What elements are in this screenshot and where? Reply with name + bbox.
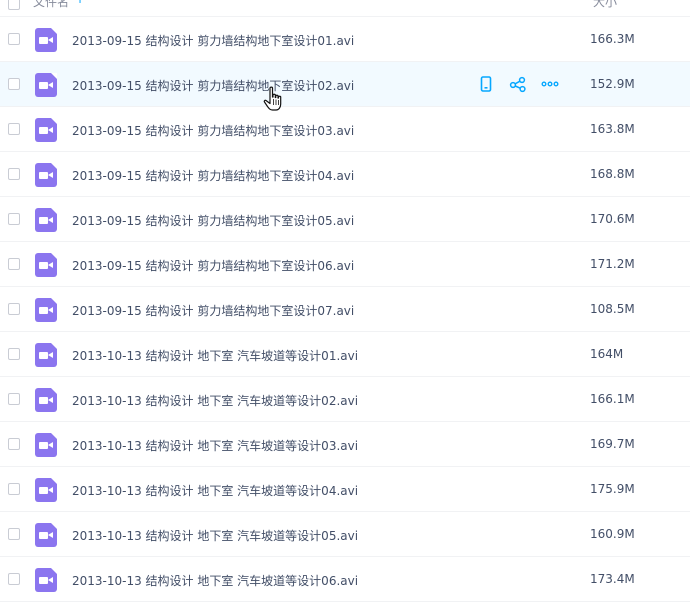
file-row[interactable]: 2013-09-15 结构设计 剪力墙结构地下室设计05.avi 170.6M [0,197,690,242]
row-checkbox[interactable] [8,438,20,450]
file-size: 152.9M [590,77,635,91]
video-file-icon [35,298,57,322]
file-size: 173.4M [590,572,635,586]
file-row[interactable]: 2013-09-15 结构设计 剪力墙结构地下室设计07.avi 108.5M [0,287,690,332]
video-file-icon [35,523,57,547]
row-checkbox[interactable] [8,168,20,180]
file-name[interactable]: 2013-10-13 结构设计 地下室 汽车坡道等设计04.avi [72,482,358,499]
video-file-icon [35,343,57,367]
phone-icon[interactable] [477,75,495,93]
file-size: 163.8M [590,122,635,136]
share-icon[interactable] [509,75,527,93]
file-name[interactable]: 2013-10-13 结构设计 地下室 汽车坡道等设计01.avi [72,347,358,364]
file-size: 164M [590,347,624,361]
file-list-header: 文件名 ↑ 大小 [0,0,690,17]
file-row[interactable]: 2013-09-15 结构设计 剪力墙结构地下室设计04.avi 168.8M [0,152,690,197]
row-checkbox[interactable] [8,78,20,90]
file-size: 175.9M [590,482,635,496]
file-size: 171.2M [590,257,635,271]
row-checkbox[interactable] [8,573,20,585]
video-file-icon [35,568,57,592]
file-name[interactable]: 2013-10-13 结构设计 地下室 汽车坡道等设计03.avi [72,437,358,454]
file-size: 166.1M [590,392,635,406]
row-checkbox[interactable] [8,303,20,315]
file-row[interactable]: 2013-10-13 结构设计 地下室 汽车坡道等设计06.avi 173.4M [0,557,690,602]
row-checkbox[interactable] [8,123,20,135]
video-file-icon [35,118,57,142]
file-row[interactable]: 2013-09-15 结构设计 剪力墙结构地下室设计06.avi 171.2M [0,242,690,287]
file-size: 168.8M [590,167,635,181]
more-icon[interactable] [541,75,559,93]
file-name[interactable]: 2013-10-13 结构设计 地下室 汽车坡道等设计02.avi [72,392,358,409]
video-file-icon [35,208,57,232]
file-row[interactable]: 2013-09-15 结构设计 剪力墙结构地下室设计02.avi 152.9M [0,62,690,107]
row-checkbox[interactable] [8,33,20,45]
file-name[interactable]: 2013-10-13 结构设计 地下室 汽车坡道等设计05.avi [72,527,358,544]
file-size: 160.9M [590,527,635,541]
sort-arrow-icon[interactable]: ↑ [75,0,85,6]
file-name[interactable]: 2013-10-13 结构设计 地下室 汽车坡道等设计06.avi [72,572,358,589]
video-file-icon [35,433,57,457]
file-name[interactable]: 2013-09-15 结构设计 剪力墙结构地下室设计06.avi [72,257,354,274]
row-checkbox[interactable] [8,213,20,225]
file-name[interactable]: 2013-09-15 结构设计 剪力墙结构地下室设计02.avi [72,77,354,94]
file-name[interactable]: 2013-09-15 结构设计 剪力墙结构地下室设计05.avi [72,212,354,229]
file-row[interactable]: 2013-10-13 结构设计 地下室 汽车坡道等设计05.avi 160.9M [0,512,690,557]
video-file-icon [35,28,57,52]
row-checkbox[interactable] [8,528,20,540]
file-name[interactable]: 2013-09-15 结构设计 剪力墙结构地下室设计03.avi [72,122,354,139]
file-name[interactable]: 2013-09-15 结构设计 剪力墙结构地下室设计04.avi [72,167,354,184]
row-checkbox[interactable] [8,483,20,495]
file-size: 170.6M [590,212,635,226]
video-file-icon [35,163,57,187]
video-file-icon [35,388,57,412]
file-size: 108.5M [590,302,635,316]
video-file-icon [35,73,57,97]
file-row[interactable]: 2013-09-15 结构设计 剪力墙结构地下室设计03.avi 163.8M [0,107,690,152]
file-name[interactable]: 2013-09-15 结构设计 剪力墙结构地下室设计01.avi [72,32,354,49]
video-file-icon [35,478,57,502]
file-row[interactable]: 2013-10-13 结构设计 地下室 汽车坡道等设计04.avi 175.9M [0,467,690,512]
file-row[interactable]: 2013-10-13 结构设计 地下室 汽车坡道等设计03.avi 169.7M [0,422,690,467]
row-checkbox[interactable] [8,348,20,360]
video-file-icon [35,253,57,277]
row-checkbox[interactable] [8,393,20,405]
file-size: 166.3M [590,32,635,46]
file-size: 169.7M [590,437,635,451]
column-header-name[interactable]: 文件名 [33,0,69,10]
file-row[interactable]: 2013-09-15 结构设计 剪力墙结构地下室设计01.avi 166.3M [0,17,690,62]
file-name[interactable]: 2013-09-15 结构设计 剪力墙结构地下室设计07.avi [72,302,354,319]
column-header-size[interactable]: 大小 [593,0,617,10]
file-row[interactable]: 2013-10-13 结构设计 地下室 汽车坡道等设计02.avi 166.1M [0,377,690,422]
row-checkbox[interactable] [8,258,20,270]
file-row[interactable]: 2013-10-13 结构设计 地下室 汽车坡道等设计01.avi 164M [0,332,690,377]
select-all-checkbox[interactable] [8,0,20,10]
